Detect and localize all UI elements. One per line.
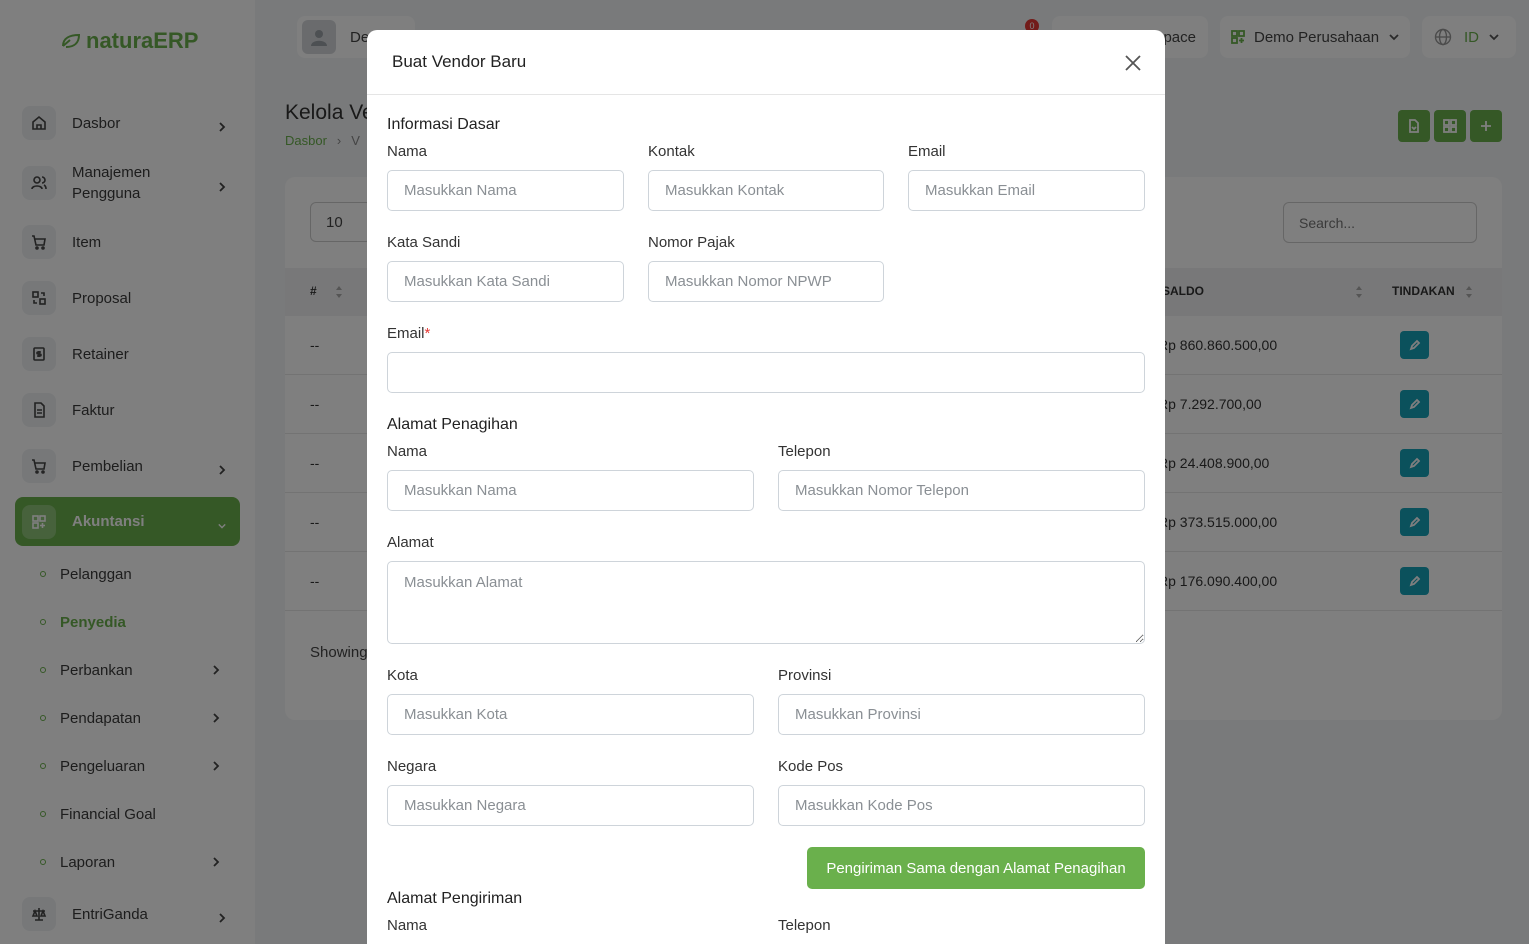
billing-zip-label: Kode Pos xyxy=(778,758,844,775)
shipping-phone-label: Telepon xyxy=(778,917,831,934)
copy-billing-to-shipping-button[interactable]: Pengiriman Sama dengan Alamat Penagihan xyxy=(807,847,1145,889)
required-email-label-text: Email xyxy=(387,325,425,342)
billing-address-label: Alamat xyxy=(387,534,434,551)
billing-province-input[interactable] xyxy=(778,694,1145,735)
billing-city-input[interactable] xyxy=(387,694,754,735)
required-email-label: Email* xyxy=(387,325,430,342)
close-button[interactable] xyxy=(1122,52,1144,74)
section-title-billing-address: Alamat Penagihan xyxy=(387,416,518,433)
contact-input[interactable] xyxy=(648,170,884,211)
name-input[interactable] xyxy=(387,170,624,211)
billing-country-input[interactable] xyxy=(387,785,754,826)
modal-title: Buat Vendor Baru xyxy=(392,52,527,71)
billing-address-textarea[interactable] xyxy=(387,561,1145,644)
section-title-basic-info: Informasi Dasar xyxy=(387,116,500,133)
name-label: Nama xyxy=(387,143,428,160)
billing-province-label: Provinsi xyxy=(778,667,832,684)
contact-label: Kontak xyxy=(648,143,695,160)
email-input[interactable] xyxy=(908,170,1145,211)
required-marker: * xyxy=(424,325,431,342)
billing-country-label: Negara xyxy=(387,758,437,775)
email-label: Email xyxy=(908,143,946,160)
billing-phone-label: Telepon xyxy=(778,443,831,460)
password-input[interactable] xyxy=(387,261,624,302)
billing-name-input[interactable] xyxy=(387,470,754,511)
required-email-input[interactable] xyxy=(387,352,1145,393)
create-vendor-modal: Buat Vendor Baru Informasi Dasar Nama Ko… xyxy=(367,30,1165,944)
tax-number-input[interactable] xyxy=(648,261,884,302)
modal-header: Buat Vendor Baru xyxy=(367,30,1165,95)
billing-name-label: Nama xyxy=(387,443,428,460)
shipping-name-label: Nama xyxy=(387,917,428,934)
tax-number-label: Nomor Pajak xyxy=(648,234,735,251)
section-title-shipping-address: Alamat Pengiriman xyxy=(387,890,523,907)
billing-zip-input[interactable] xyxy=(778,785,1145,826)
password-label: Kata Sandi xyxy=(387,234,461,251)
billing-city-label: Kota xyxy=(387,667,418,684)
close-icon xyxy=(1125,55,1141,71)
billing-phone-input[interactable] xyxy=(778,470,1145,511)
